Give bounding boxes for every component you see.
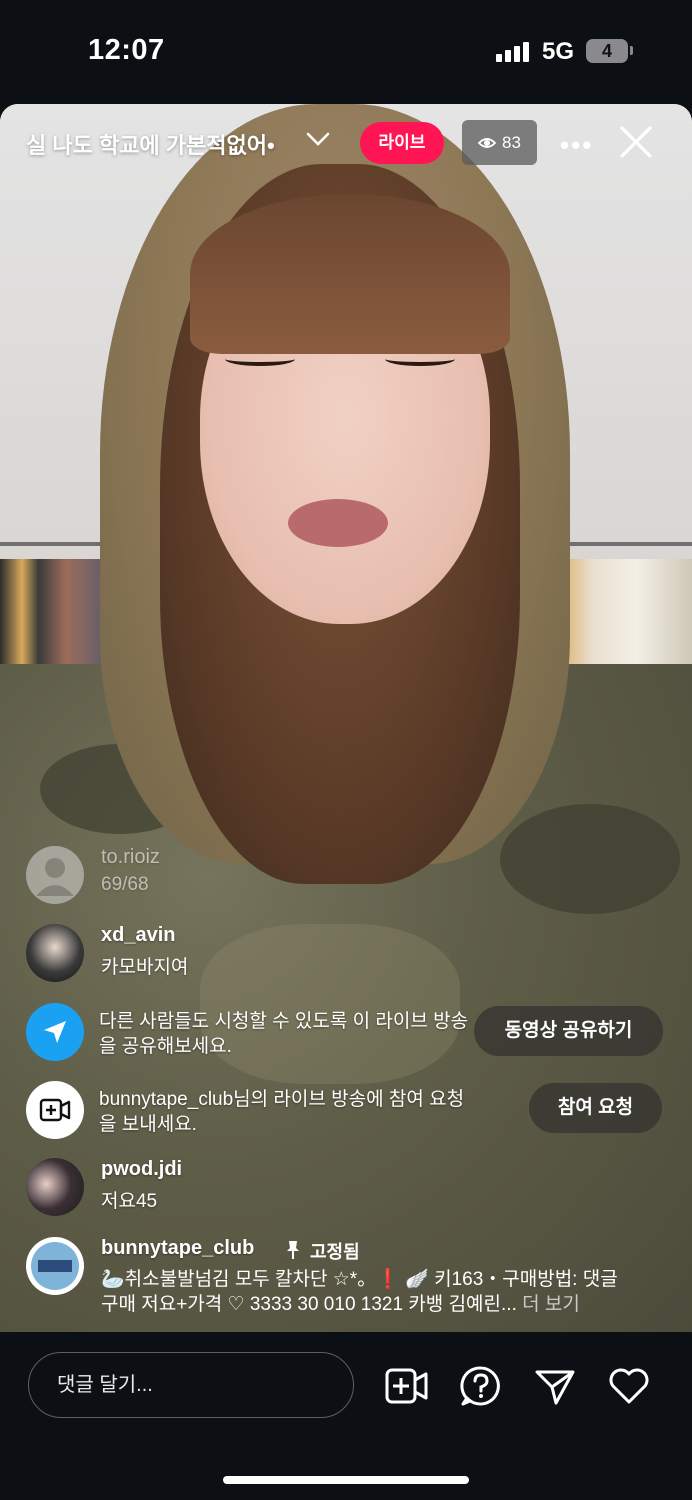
signal-icon: [496, 42, 529, 62]
comment-username[interactable]: pwod.jdi: [101, 1158, 182, 1181]
add-video-icon: [39, 1098, 71, 1122]
live-video[interactable]: [0, 104, 692, 1332]
join-request-text: bunnytape_club님의 라이브 방송에 참여 요청을 보내세요.: [99, 1089, 465, 1135]
pinned-label: 고정됨: [310, 1242, 360, 1262]
more-options-icon[interactable]: •••: [560, 130, 593, 161]
comment-text: 69/68: [101, 874, 149, 895]
add-video-icon[interactable]: [385, 1366, 429, 1406]
live-title[interactable]: 실 나도 학교에 가본적없어•: [26, 128, 275, 160]
bottom-bar: 댓글 달기...: [0, 1332, 692, 1500]
see-more-link[interactable]: 더 보기: [522, 1294, 580, 1315]
network-label: 5G: [542, 38, 575, 65]
status-bar: 12:07 5G 4: [0, 0, 692, 104]
join-avatar: [26, 1081, 84, 1139]
share-video-button[interactable]: 동영상 공유하기: [474, 1006, 663, 1056]
comment-input[interactable]: 댓글 달기...: [28, 1352, 354, 1418]
eye-icon: [478, 137, 497, 148]
pinned-comment: bunnytape_club 고정됨 🦢취소불발넘김 모두 칼차단 ☆*。❗ 🪽…: [26, 1237, 666, 1317]
lips: [288, 499, 388, 547]
battery-icon: 4: [586, 39, 628, 63]
join-request-button[interactable]: 참여 요청: [529, 1083, 662, 1133]
pinned-username[interactable]: bunnytape_club: [101, 1237, 254, 1260]
share-prompt-text: 다른 사람들도 시청할 수 있도록 이 라이브 방송을 공유해보세요.: [99, 1011, 469, 1057]
heart-icon[interactable]: [607, 1366, 651, 1406]
chevron-down-icon[interactable]: [305, 130, 331, 148]
pinned-text-line1: 🦢취소불발넘김 모두 칼차단 ☆*。❗ 🪽 키163・구매방법: 댓글: [101, 1269, 618, 1290]
avatar[interactable]: [26, 1158, 84, 1216]
bunnytape-logo[interactable]: [26, 1237, 84, 1295]
bangs: [190, 194, 510, 354]
bunnytape-logo-image: [31, 1242, 79, 1290]
eye-left: [225, 352, 295, 366]
default-avatar-icon: [36, 858, 74, 896]
avatar[interactable]: [26, 924, 84, 982]
battery-tip: [630, 46, 633, 55]
send-icon: [44, 1021, 66, 1043]
status-time: 12:07: [88, 34, 165, 66]
pinned-text-line2-content: 구매 저요+가격 ♡ 3333 30 010 1321 카뱅 김예린...: [101, 1294, 517, 1315]
comment-text: 카모바지여: [101, 957, 189, 978]
share-avatar: [26, 1003, 84, 1061]
eye-right: [385, 352, 455, 366]
clothing-rail-left: [0, 542, 100, 546]
avatar[interactable]: [26, 846, 84, 904]
question-icon[interactable]: [460, 1365, 502, 1407]
comment-username[interactable]: to.rioiz: [101, 846, 160, 869]
viewer-count-badge[interactable]: 83: [462, 120, 537, 165]
viewer-count: 83: [502, 132, 521, 152]
pinned-text-line2: 구매 저요+가격 ♡ 3333 30 010 1321 카뱅 김예린... 더 …: [101, 1289, 580, 1316]
home-indicator[interactable]: [223, 1476, 469, 1484]
close-icon[interactable]: [618, 124, 654, 160]
pin-icon: [287, 1241, 299, 1259]
comment-item: pwod.jdi 저요45: [26, 1158, 666, 1218]
comment-item: to.rioiz 69/68: [26, 846, 666, 906]
comment-text: 저요45: [101, 1191, 158, 1212]
live-top-bar: 실 나도 학교에 가본적없어• 라이브 83 •••: [0, 104, 692, 184]
live-badge: 라이브: [360, 122, 444, 164]
send-icon[interactable]: [534, 1366, 576, 1406]
comment-username[interactable]: xd_avin: [101, 924, 175, 947]
comment-item: xd_avin 카모바지여: [26, 924, 666, 984]
